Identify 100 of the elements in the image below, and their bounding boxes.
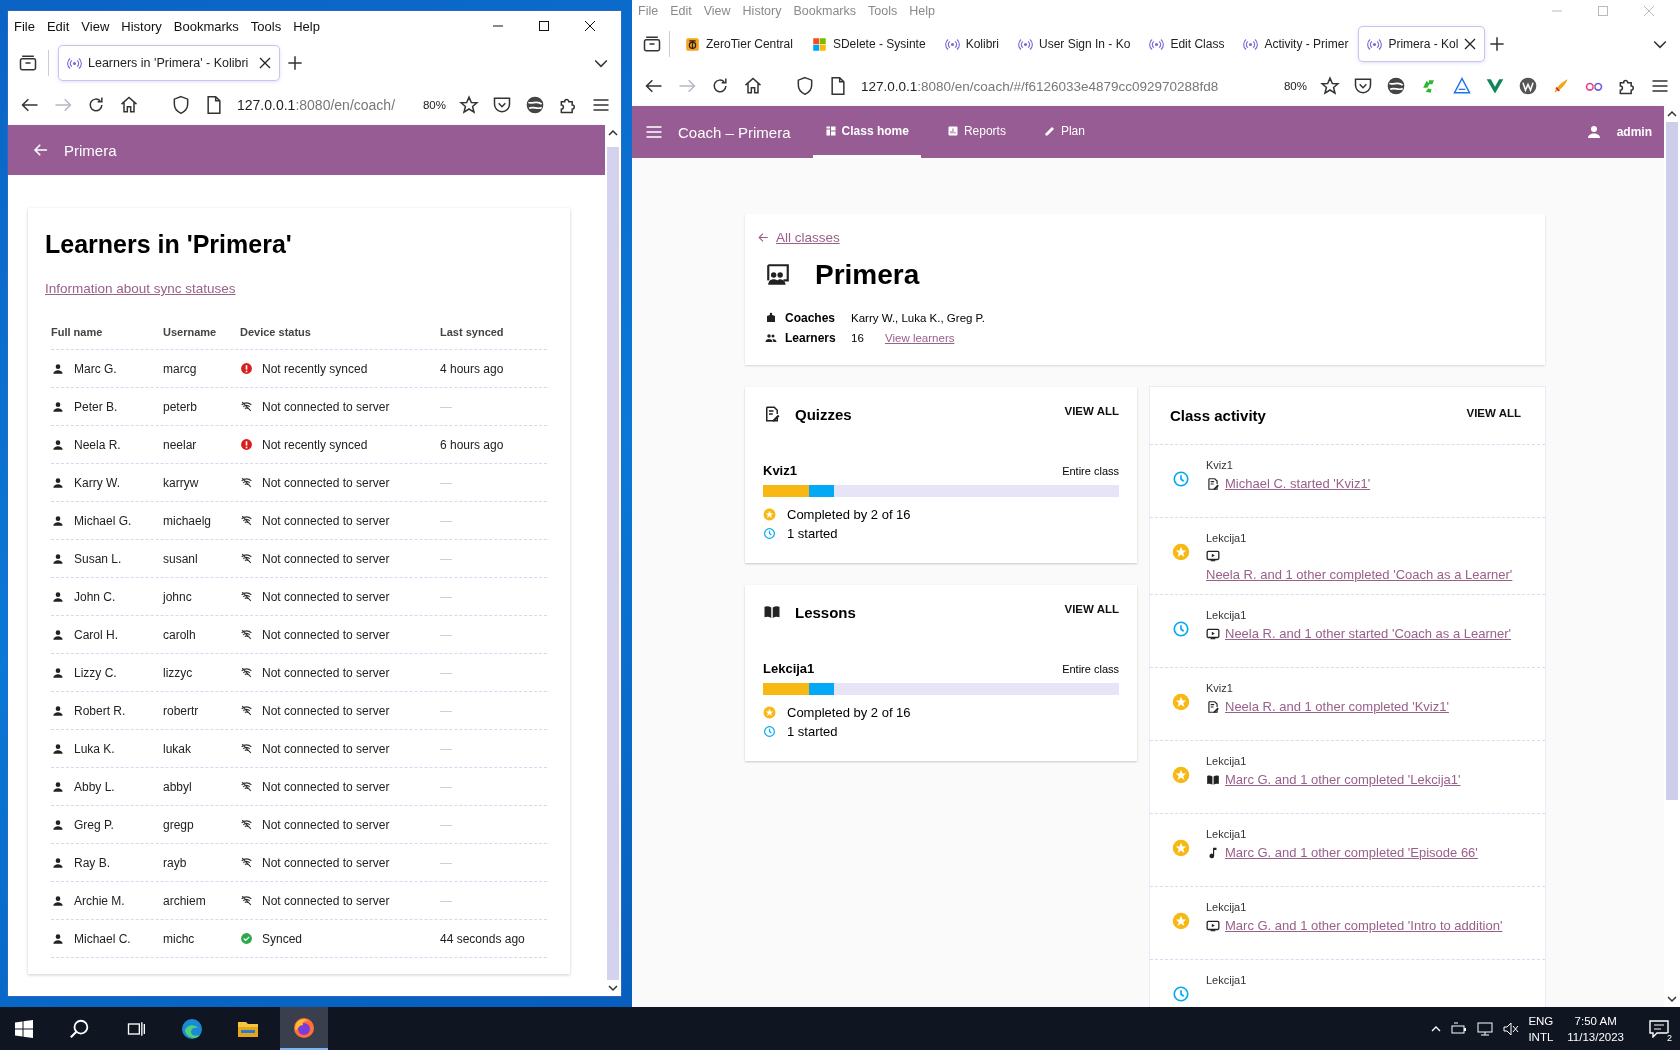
maximize-icon[interactable]	[538, 20, 550, 32]
menu-item[interactable]: Tools	[250, 18, 282, 34]
battery-icon[interactable]	[1450, 1021, 1469, 1036]
table-cell: Archie M.	[74, 893, 125, 908]
shield-icon[interactable]	[795, 76, 815, 96]
table-cell-text: —	[440, 893, 453, 908]
zoom-level[interactable]: 80%	[422, 99, 446, 111]
pocket-icon[interactable]	[1353, 76, 1373, 96]
no-signal-icon	[240, 628, 253, 641]
activity-link[interactable]: Neela R. and 1 other completed 'Coach as a Learner'	[1206, 567, 1513, 582]
menu-item[interactable]: File	[14, 18, 35, 34]
menu-item[interactable]: Help	[293, 18, 320, 34]
browser-tab[interactable]: Learners in 'Primera' - Kolibri	[59, 46, 279, 80]
activity-link[interactable]: Marc G. and 1 other completed 'Lekcija1'	[1225, 772, 1461, 787]
taskbar-button[interactable]	[280, 1007, 328, 1050]
close-icon[interactable]	[584, 20, 596, 32]
menu-item[interactable]: History	[121, 18, 162, 34]
column-header: Device status	[240, 326, 312, 338]
table-cell-text: michaelg	[163, 513, 213, 528]
browser-tab[interactable]: Activity - Primer	[1235, 27, 1357, 61]
extension-icon[interactable]	[1386, 76, 1406, 96]
scroll-up-icon[interactable]	[608, 129, 618, 137]
shield-icon[interactable]	[171, 95, 191, 115]
close-icon[interactable]	[1464, 38, 1477, 50]
new-tab-icon[interactable]	[285, 53, 305, 73]
no-signal-icon	[240, 476, 253, 489]
view-learners-link[interactable]: View learners	[885, 332, 955, 344]
home-icon[interactable]	[743, 76, 763, 96]
close-icon[interactable]	[259, 57, 271, 69]
bookmark-star-icon[interactable]	[1320, 76, 1340, 96]
sync-info-link[interactable]: Information about sync statuses	[45, 281, 236, 296]
table-cell: Not connected to server	[262, 589, 390, 604]
zoom-level[interactable]: 80%	[1283, 80, 1307, 92]
user-name[interactable]: admin	[1616, 125, 1652, 139]
all-classes-link[interactable]: All classes	[776, 230, 840, 245]
page-icon[interactable]	[204, 95, 224, 115]
extension-icon[interactable]	[1518, 76, 1538, 96]
view-all-link[interactable]: VIEW ALL	[1064, 603, 1119, 615]
keyboard-layout-label[interactable]: INTL	[1528, 1028, 1554, 1045]
menu-item[interactable]: Bookmarks	[793, 4, 856, 18]
menu-item[interactable]: Edit	[46, 18, 70, 34]
tab-list-icon[interactable]	[642, 34, 662, 54]
quiz-icon	[763, 405, 781, 423]
activity-link[interactable]: Michael C. started 'Kviz1'	[1225, 476, 1371, 491]
tab-title: Edit Class	[1170, 37, 1225, 51]
star-badge-icon	[1172, 766, 1190, 784]
activity-link[interactable]: Neela R. and 1 other started 'Coach as a Learner'	[1225, 626, 1512, 641]
activity-context: Lekcija1	[1206, 901, 1248, 913]
table-cell: Not connected to server	[262, 893, 390, 908]
extension-icon[interactable]	[525, 95, 545, 115]
browser-tab[interactable]: Kolibri	[936, 27, 1007, 61]
notifications-icon[interactable]	[1649, 1019, 1669, 1038]
page-icon[interactable]	[828, 76, 848, 96]
table-cell: Not connected to server	[262, 665, 390, 680]
menu-item[interactable]: History	[742, 4, 782, 18]
nav-tab[interactable]: Plan	[1031, 106, 1097, 158]
language-label[interactable]: ENG	[1528, 1012, 1554, 1029]
broadcast-icon	[1367, 36, 1383, 52]
menu-item[interactable]: View	[81, 18, 110, 34]
quiz-icon	[1206, 699, 1220, 714]
network-icon[interactable]	[1476, 1020, 1495, 1037]
view-all-link[interactable]: VIEW ALL	[1466, 407, 1521, 419]
search-icon[interactable]	[69, 1017, 91, 1040]
browser-tab[interactable]: Edit Class	[1141, 27, 1233, 61]
star-badge-icon	[1172, 543, 1190, 561]
view-all-link[interactable]: VIEW ALL	[1064, 405, 1119, 417]
extension-icon[interactable]	[1485, 76, 1505, 96]
windows-logo-icon[interactable]	[15, 1019, 33, 1038]
table-cell-text: johnc	[163, 589, 193, 604]
menu-item[interactable]: Help	[909, 4, 935, 18]
browser-tab[interactable]: ZeroTier Central	[677, 27, 801, 61]
volume-muted-icon[interactable]	[1502, 1020, 1521, 1037]
table-cell-text: —	[440, 665, 453, 680]
address-field[interactable]: 127.0.0.1:8080/en/coach/#/f6126033e4879cc092970288fd8	[861, 78, 1271, 94]
address-field[interactable]: 127.0.0.1:8080/en/coach/	[237, 97, 410, 113]
activity-link[interactable]: Marc G. and 1 other completed 'Episode 66'	[1225, 845, 1478, 860]
page-heading: Learners in 'Primera'	[45, 230, 293, 259]
browser-tab[interactable]: User Sign In - Ko	[1010, 27, 1139, 61]
logo-icon	[685, 36, 700, 52]
bookmark-star-icon[interactable]	[459, 95, 479, 115]
person-icon	[51, 817, 65, 832]
browser-tab[interactable]: SDelete - Sysinte	[803, 27, 934, 61]
scroll-down-icon[interactable]	[1667, 995, 1677, 1003]
activity-link[interactable]: Neela R. and 1 other completed 'Kviz1'	[1225, 699, 1449, 714]
clock-time[interactable]: 7:50 AM	[1574, 1012, 1617, 1029]
scroll-down-icon[interactable]	[608, 984, 618, 992]
clock-date[interactable]: 11/13/2023	[1567, 1028, 1624, 1045]
menu-item[interactable]: View	[703, 4, 731, 18]
extension-icon[interactable]	[1452, 76, 1472, 96]
recipients-label: Entire class	[1062, 663, 1119, 675]
home-icon[interactable]	[119, 95, 139, 115]
pocket-icon[interactable]	[492, 95, 512, 115]
activity-link[interactable]: Marc G. and 1 other completed 'Intro to addition'	[1225, 918, 1503, 933]
table-cell-text: carolh	[163, 627, 197, 642]
scroll-up-icon[interactable]	[1667, 110, 1677, 118]
nav-tab[interactable]: Reports	[934, 106, 1018, 158]
menu-item[interactable]: Bookmarks	[173, 18, 239, 34]
menu-item[interactable]: Tools	[868, 4, 898, 18]
browser-tab[interactable]: Primera - Kol	[1359, 27, 1485, 61]
tab-list-icon[interactable]	[18, 53, 38, 73]
